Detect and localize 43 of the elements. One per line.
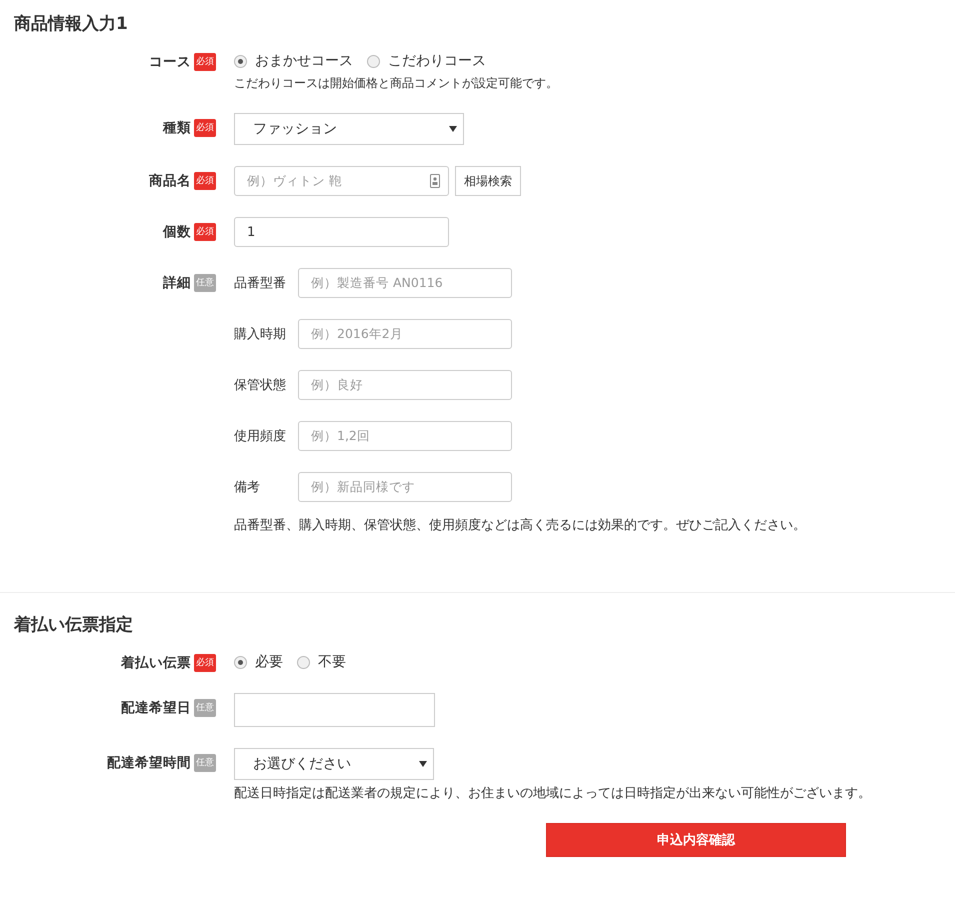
input-field[interactable]: 1 [234, 217, 449, 247]
required-badge: 必須 [194, 223, 216, 241]
optional-badge: 任意 [194, 274, 216, 292]
radio-option[interactable]: 不要 [297, 653, 346, 671]
price-search-button[interactable]: 相場検索 [455, 166, 521, 196]
caret-icon [449, 126, 457, 132]
radio-button[interactable] [297, 656, 310, 668]
select-field[interactable]: お選びください [234, 748, 434, 780]
caret-icon [419, 761, 427, 767]
hint-text: 配送日時指定は配送業者の規定により、お住まいの地域によっては日時指定が出来ない可能性がございます。 [234, 785, 871, 802]
section-title: 商品情報入力1 [14, 13, 129, 35]
required-badge: 必須 [194, 172, 216, 190]
optional-badge: 任意 [194, 754, 216, 772]
required-badge: 必須 [194, 654, 216, 672]
detail-label: 保管状態 [234, 377, 287, 394]
hint-text: こだわりコースは開始価格と商品コメントが設定可能です。 [234, 75, 558, 92]
section-title: 着払い伝票指定 [14, 614, 134, 636]
radio-option[interactable]: 必要 [234, 653, 283, 671]
field-label: 商品名 [149, 172, 191, 190]
contact-card-icon [430, 174, 440, 188]
optional-badge: 任意 [194, 699, 216, 717]
field-label: 種類 [163, 119, 191, 137]
radio-button[interactable] [234, 54, 247, 68]
detail-label: 使用頻度 [234, 428, 287, 445]
hint-text: 品番型番、購入時期、保管状態、使用頻度などは高く売るには効果的です。ぜひご記入ください。 [234, 517, 806, 534]
detail-label: 購入時期 [234, 326, 287, 343]
submit-button[interactable]: 申込内容確認 [546, 823, 846, 857]
radio-button[interactable] [234, 656, 247, 668]
field-label: コース [149, 53, 191, 71]
detail-label: 備考 [234, 479, 261, 496]
radio-button[interactable] [367, 54, 380, 68]
required-badge: 必須 [194, 53, 216, 71]
field-label: 配達希望時間 [107, 754, 191, 772]
detail-label: 品番型番 [234, 275, 287, 292]
required-badge: 必須 [194, 119, 216, 137]
field-label: 個数 [163, 223, 191, 241]
radio-option[interactable]: こだわりコース [367, 52, 486, 70]
input-field[interactable] [234, 693, 435, 727]
radio-option[interactable]: おまかせコース [234, 52, 353, 70]
field-label: 配達希望日 [121, 699, 191, 717]
select-field[interactable]: ファッション [234, 113, 464, 145]
field-label: 着払い伝票 [121, 654, 191, 672]
field-label: 詳細 [163, 274, 191, 292]
